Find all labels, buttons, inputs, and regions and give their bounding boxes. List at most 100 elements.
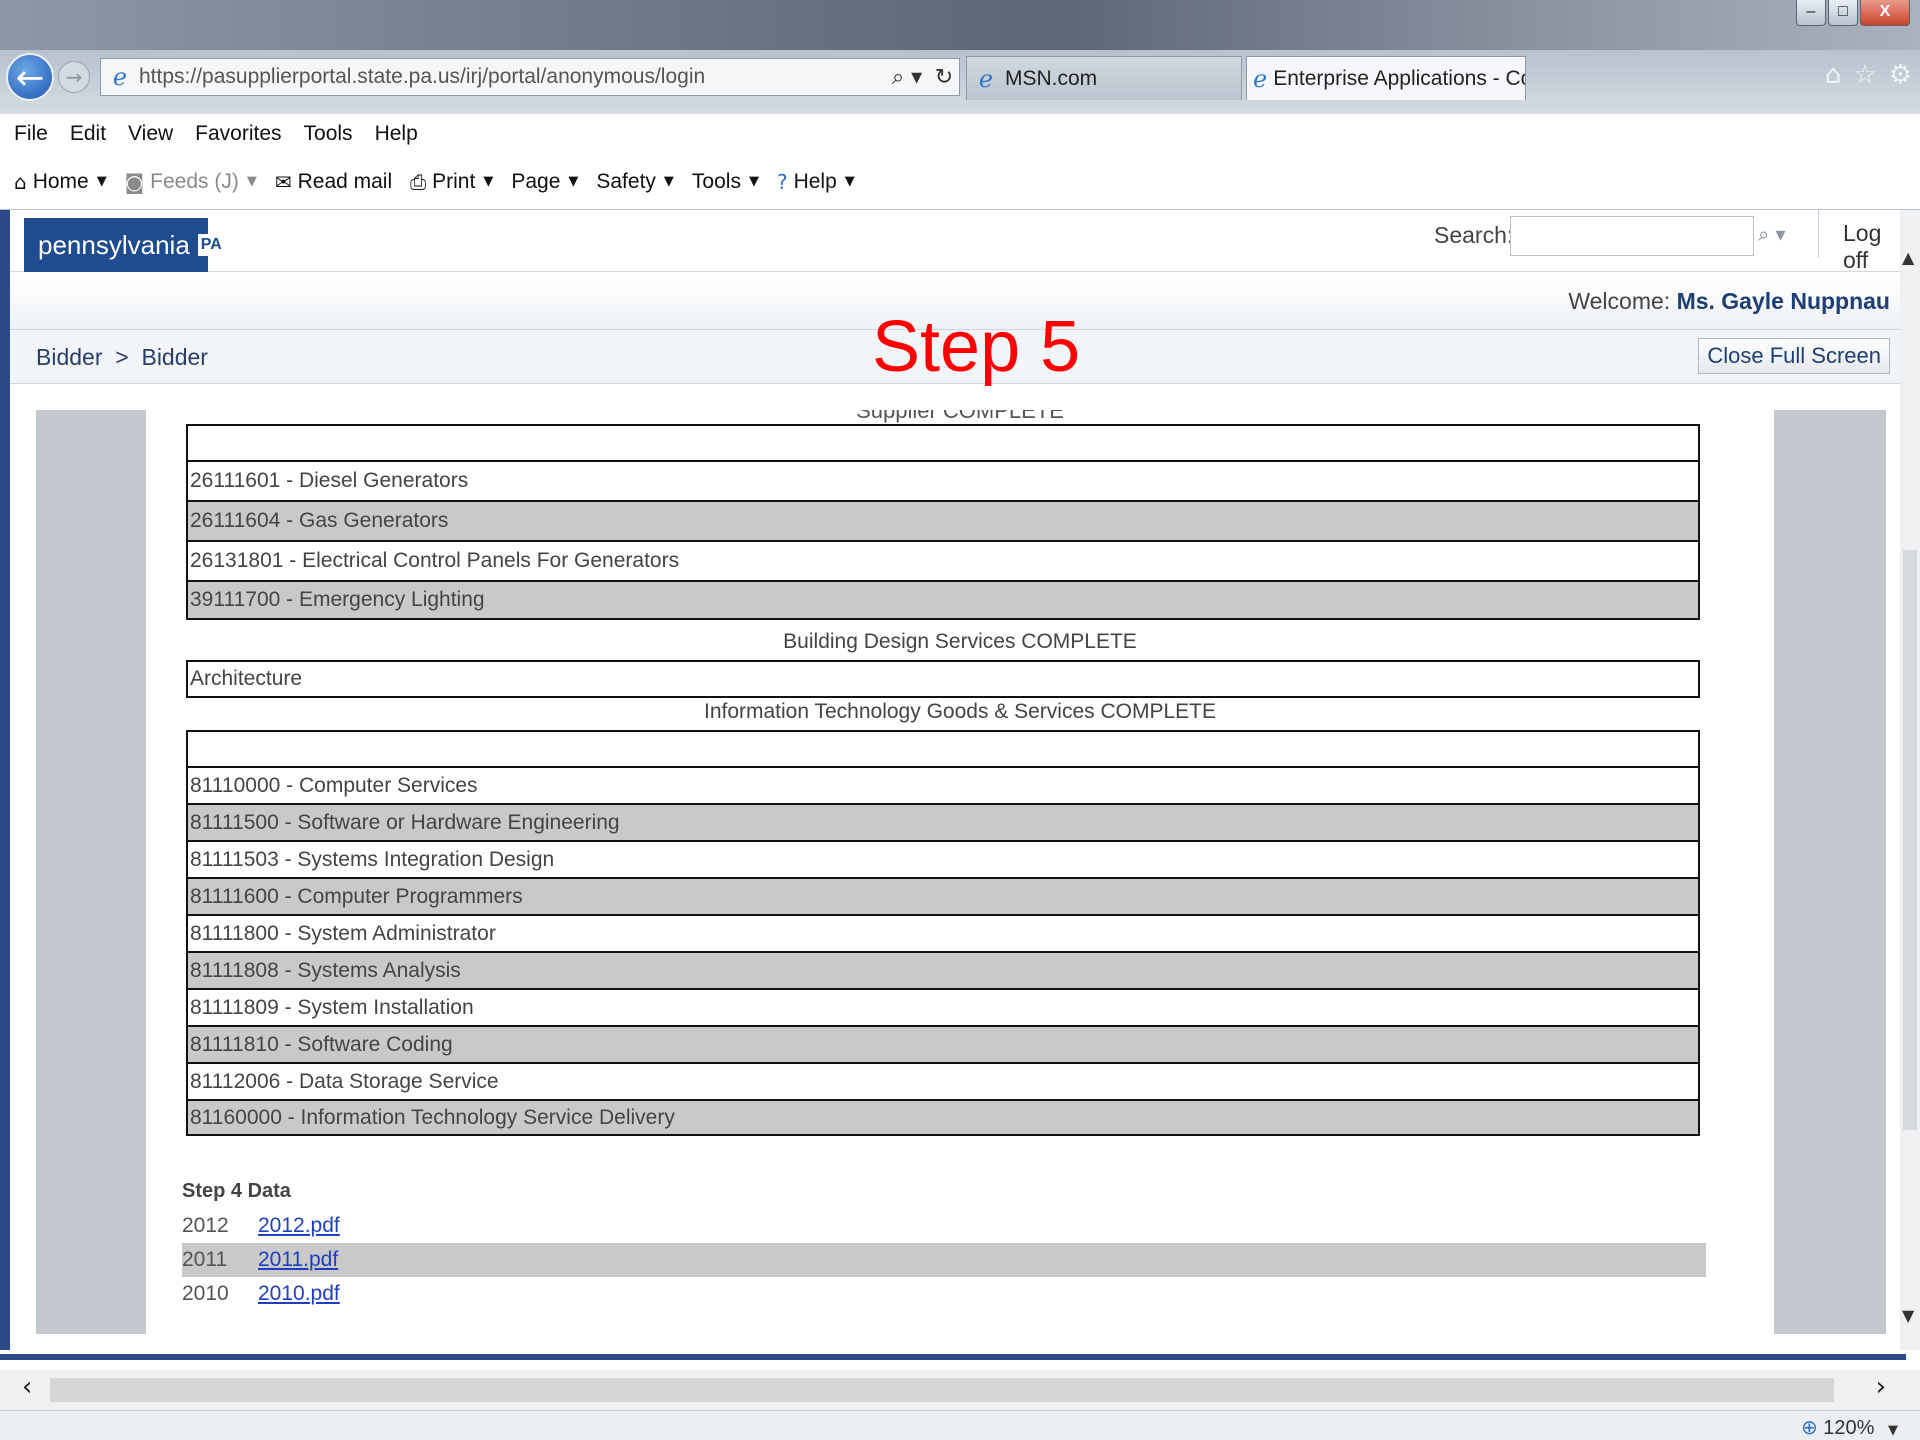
table-row: 81160000 - Information Technology Servic… bbox=[186, 1099, 1700, 1136]
mail-icon: ✉ bbox=[274, 169, 292, 194]
pdf-link[interactable]: 2011.pdf bbox=[258, 1248, 338, 1272]
minimize-button[interactable]: – bbox=[1796, 0, 1826, 26]
pdf-link[interactable]: 2010.pdf bbox=[258, 1282, 340, 1306]
read-mail-command[interactable]: ✉ Read mail bbox=[275, 170, 392, 194]
tools-menu-label: Tools bbox=[691, 169, 741, 193]
pdf-link[interactable]: 2012.pdf bbox=[258, 1214, 340, 1238]
scrollbar-thumb[interactable] bbox=[1903, 550, 1917, 1130]
command-bar: ⌂ Home ▼ ◙ Feeds (J) ▼ ✉ Read mail ⎙ Pri… bbox=[0, 154, 1920, 210]
chevron-down-icon: ▼ bbox=[568, 174, 579, 189]
portal-search-input[interactable] bbox=[1510, 216, 1754, 256]
table-row: 81111808 - Systems Analysis bbox=[186, 951, 1700, 988]
ie-tab-icon: ℯ bbox=[978, 64, 994, 93]
bidder-content-panel: Supplier COMPLETE 26111601 - Diesel Gene… bbox=[146, 410, 1774, 1334]
zoom-control[interactable]: ⊕ 120% ▼ bbox=[1801, 1415, 1898, 1440]
scroll-left-icon[interactable]: ‹ bbox=[22, 1372, 32, 1402]
close-full-screen-button[interactable]: Close Full Screen bbox=[1698, 338, 1890, 374]
list-item: 2012 2012.pdf bbox=[182, 1209, 1706, 1243]
settings-gear-icon[interactable]: ⚙ bbox=[1889, 60, 1912, 90]
table-row: 39111700 - Emergency Lighting bbox=[186, 580, 1700, 620]
chevron-down-icon[interactable]: ▼ bbox=[1888, 1423, 1898, 1438]
menu-help[interactable]: Help bbox=[375, 122, 418, 146]
feeds-command-label: Feeds (J) bbox=[150, 169, 239, 193]
zoom-icon: ⊕ bbox=[1800, 1415, 1818, 1439]
vertical-scrollbar[interactable]: ▲ ▼ bbox=[1900, 210, 1920, 1350]
log-off-link[interactable]: Log off bbox=[1818, 210, 1900, 273]
page-menu-label: Page bbox=[511, 169, 561, 193]
home-command-label: Home bbox=[32, 169, 89, 193]
ie-page-icon: ℯ bbox=[112, 63, 128, 91]
year-label: 2012 bbox=[182, 1214, 229, 1237]
scroll-up-icon[interactable]: ▲ bbox=[1902, 248, 1914, 267]
table-row: 81111810 - Software Coding bbox=[186, 1025, 1700, 1062]
table-row: 81112006 - Data Storage Service bbox=[186, 1062, 1700, 1099]
tab-label: Enterprise Applications - Co... bbox=[1273, 66, 1526, 90]
home-command[interactable]: ⌂ Home ▼ bbox=[14, 170, 107, 194]
scrollbar-thumb[interactable] bbox=[50, 1378, 1834, 1402]
menu-tools[interactable]: Tools bbox=[304, 122, 353, 146]
rss-feed-icon: ◙ bbox=[124, 169, 145, 194]
menu-bar: File Edit View Favorites Tools Help bbox=[0, 114, 1920, 154]
search-icon[interactable]: ⌕ ▾ bbox=[1758, 222, 1786, 246]
favorites-star-icon[interactable]: ☆ bbox=[1853, 60, 1876, 90]
maximize-button[interactable]: □ bbox=[1828, 0, 1858, 26]
home-icon[interactable]: ⌂ bbox=[1825, 60, 1842, 90]
close-window-button[interactable]: X bbox=[1860, 0, 1910, 26]
print-command[interactable]: ⎙ Print ▼ bbox=[410, 170, 493, 194]
scroll-right-icon[interactable]: › bbox=[1876, 1372, 1886, 1402]
step-annotation: Step 5 bbox=[872, 307, 1081, 387]
address-bar[interactable]: ℯ https://pasupplierportal.state.pa.us/i… bbox=[100, 58, 960, 96]
list-item: 2011 2011.pdf bbox=[182, 1243, 1706, 1277]
pennsylvania-logo[interactable]: pennsylvania PA bbox=[24, 218, 225, 272]
it-codes-group: 81110000 - Computer Services 81111500 - … bbox=[186, 730, 1700, 1136]
back-button[interactable]: ← bbox=[6, 53, 54, 101]
page-menu[interactable]: Page ▼ bbox=[511, 170, 578, 194]
tools-menu[interactable]: Tools ▼ bbox=[692, 170, 759, 194]
table-row: 81111809 - System Installation bbox=[186, 988, 1700, 1025]
menu-edit[interactable]: Edit bbox=[70, 122, 106, 146]
horizontal-scrollbar[interactable]: ‹ › bbox=[0, 1370, 1920, 1410]
building-codes-group: Architecture bbox=[186, 660, 1700, 698]
refresh-icon[interactable]: ↻ bbox=[929, 65, 959, 90]
scroll-down-icon[interactable]: ▼ bbox=[1902, 1306, 1914, 1325]
chevron-down-icon: ▼ bbox=[663, 174, 674, 189]
welcome-message: Welcome: Ms. Gayle Nuppnau bbox=[1568, 288, 1890, 315]
chevron-down-icon[interactable]: ▼ bbox=[247, 174, 257, 189]
help-menu-label: Help bbox=[793, 169, 837, 193]
menu-favorites[interactable]: Favorites bbox=[195, 122, 281, 146]
pa-keystone-badge: PA bbox=[197, 234, 225, 256]
table-row: 81110000 - Computer Services bbox=[186, 766, 1700, 803]
portal-bottom-border bbox=[0, 1354, 1906, 1360]
feeds-command[interactable]: ◙ Feeds (J) ▼ bbox=[125, 170, 257, 194]
chevron-down-icon[interactable]: ▼ bbox=[97, 174, 107, 189]
chevron-down-icon[interactable]: ▼ bbox=[483, 174, 493, 189]
table-row: 81111500 - Software or Hardware Engineer… bbox=[186, 803, 1700, 840]
tab-label: MSN.com bbox=[1005, 66, 1098, 90]
menu-file[interactable]: File bbox=[14, 122, 48, 146]
content-area: Supplier COMPLETE 26111601 - Diesel Gene… bbox=[36, 410, 1886, 1334]
tab-msn[interactable]: ℯ MSN.com bbox=[966, 56, 1242, 100]
tab-enterprise-applications[interactable]: ℯ Enterprise Applications - Co... × bbox=[1246, 56, 1526, 100]
breadcrumb[interactable]: Bidder > Bidder bbox=[36, 344, 208, 371]
safety-menu[interactable]: Safety ▼ bbox=[596, 170, 674, 194]
table-row: 81111503 - Systems Integration Design bbox=[186, 840, 1700, 877]
browser-right-tools: ⌂ ☆ ⚙ bbox=[1825, 60, 1912, 90]
url-text[interactable]: https://pasupplierportal.state.pa.us/irj… bbox=[139, 65, 885, 89]
user-name: Ms. Gayle Nuppnau bbox=[1676, 288, 1890, 314]
address-search-icon[interactable]: ⌕ ▾ bbox=[885, 65, 929, 90]
portal-border bbox=[0, 210, 10, 1350]
list-item: 2010 2010.pdf bbox=[182, 1277, 1706, 1311]
help-menu[interactable]: ? Help ▼ bbox=[777, 170, 855, 194]
home-icon: ⌂ bbox=[14, 169, 27, 194]
table-row: 26111601 - Diesel Generators bbox=[186, 460, 1700, 500]
menu-view[interactable]: View bbox=[128, 122, 173, 146]
step4-data-section: Step 4 Data 2012 2012.pdf 2011 2011.pdf … bbox=[182, 1180, 1706, 1311]
table-row: 81111600 - Computer Programmers bbox=[186, 877, 1700, 914]
status-bar: ⊕ 120% ▼ bbox=[0, 1410, 1920, 1440]
supplier-section-title: Supplier COMPLETE bbox=[856, 410, 1064, 423]
chevron-down-icon: ▼ bbox=[748, 174, 759, 189]
portal-frame: pennsylvania PA Search: ⌕ ▾ Log off Welc… bbox=[0, 210, 1920, 1350]
forward-button[interactable]: → bbox=[58, 61, 90, 93]
step4-title: Step 4 Data bbox=[182, 1180, 291, 1202]
year-label: 2011 bbox=[182, 1248, 228, 1271]
